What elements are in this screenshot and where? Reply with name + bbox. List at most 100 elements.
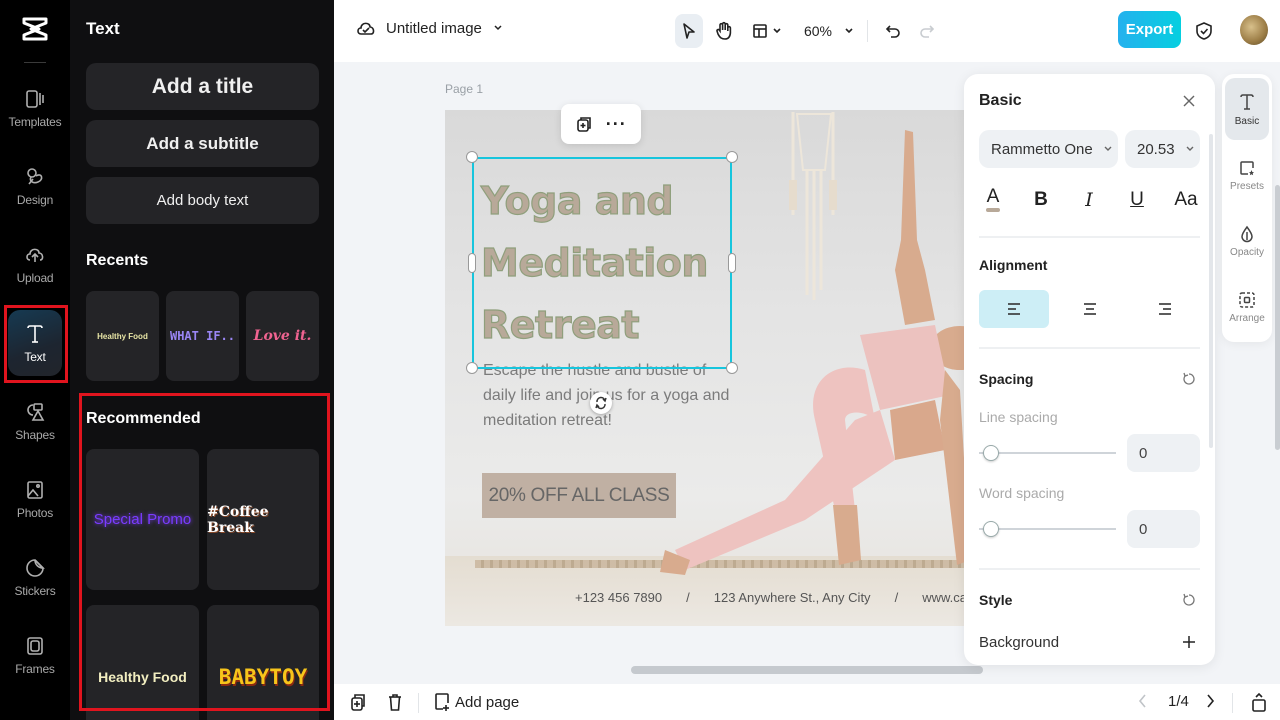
align-left-button[interactable] <box>979 290 1049 328</box>
line-spacing-input[interactable]: 0 <box>1127 434 1200 472</box>
hand-tool-button[interactable] <box>713 14 735 48</box>
recommended-text-preset[interactable]: Healthy Food <box>86 605 199 720</box>
side-tab-presets[interactable]: Presets <box>1225 144 1269 206</box>
word-spacing-slider[interactable] <box>979 521 1116 537</box>
next-page-button[interactable] <box>1204 693 1216 714</box>
select-tool-button[interactable] <box>675 14 703 48</box>
rail-item-stickers[interactable]: Stickers <box>0 541 70 613</box>
horizontal-scrollbar[interactable] <box>631 666 983 674</box>
layout-menu-button[interactable] <box>749 14 785 48</box>
preset-label: BABYTOY <box>218 664 308 689</box>
text-panel: Text Add a title Add a subtitle Add body… <box>70 0 334 720</box>
body-line: meditation retreat! <box>483 412 612 429</box>
preset-label: #Coffee Break <box>207 503 269 536</box>
recommended-text-preset[interactable]: #Coffee Break <box>207 449 319 590</box>
italic-button[interactable]: I <box>1075 186 1103 214</box>
undo-button[interactable] <box>882 14 904 48</box>
more-options-icon[interactable]: ··· <box>606 115 627 133</box>
pages-panel-toggle[interactable] <box>1251 692 1267 717</box>
document-title-menu[interactable]: Untitled image <box>356 18 504 38</box>
font-size-dropdown[interactable]: 20.53 <box>1125 130 1200 168</box>
upload-cloud-icon <box>26 248 44 262</box>
resize-handle-bottom-right[interactable] <box>726 362 738 374</box>
properties-scrollbar[interactable] <box>1209 134 1213 448</box>
add-background-plus-icon[interactable] <box>1182 635 1196 649</box>
resize-handle-bottom-left[interactable] <box>466 362 478 374</box>
rail-item-shapes[interactable]: Shapes <box>0 385 70 457</box>
chevron-down-icon <box>494 25 502 31</box>
user-avatar[interactable] <box>1240 15 1268 45</box>
left-nav-rail: Templates Design Upload Text Shapes Phot… <box>0 0 70 720</box>
previous-page-button[interactable] <box>1137 693 1149 714</box>
opacity-droplet-icon <box>1241 225 1253 242</box>
reset-spacing-icon[interactable] <box>1182 372 1196 386</box>
resize-handle-top-right[interactable] <box>726 151 738 163</box>
page-indicator: 1/4 <box>1168 693 1189 710</box>
resize-handle-left[interactable] <box>468 253 476 273</box>
side-tab-arrange[interactable]: Arrange <box>1225 276 1269 338</box>
side-tab-basic[interactable]: Basic <box>1225 78 1269 140</box>
reset-style-icon[interactable] <box>1182 593 1196 607</box>
add-body-text-button[interactable]: Add body text <box>86 177 319 224</box>
security-shield-button[interactable] <box>1192 14 1216 48</box>
add-page-button[interactable]: Add page <box>433 692 519 712</box>
side-tab-opacity[interactable]: Opacity <box>1225 210 1269 272</box>
align-right-icon <box>1159 303 1171 315</box>
chevron-right-icon <box>1207 694 1215 708</box>
canvas-promo-badge[interactable]: 20% OFF ALL CLASS <box>482 473 676 518</box>
export-button[interactable]: Export <box>1118 11 1181 48</box>
duplicate-icon[interactable] <box>575 115 593 133</box>
underline-button[interactable]: U <box>1123 186 1151 214</box>
align-center-button[interactable] <box>1055 290 1125 328</box>
font-family-dropdown[interactable]: Rammetto One <box>979 130 1118 168</box>
rotate-handle[interactable] <box>590 392 612 414</box>
contact-address: 123 Anywhere St., Any City <box>713 590 871 605</box>
recommended-text-preset[interactable]: BABYTOY <box>207 605 319 720</box>
canvas-contact-footer[interactable]: +123 456 7890 / 123 Anywhere St., Any Ci… <box>575 590 965 605</box>
recent-text-preset[interactable]: Love it. <box>246 291 319 381</box>
add-title-button[interactable]: Add a title <box>86 63 319 110</box>
side-tab-label: Basic <box>1234 115 1260 127</box>
slider-knob[interactable] <box>983 445 999 461</box>
align-right-button[interactable] <box>1130 290 1200 328</box>
rail-item-frames[interactable]: Frames <box>0 619 70 691</box>
rail-item-templates[interactable]: Templates <box>0 72 70 144</box>
recent-text-preset[interactable]: WHAT IF.. <box>166 291 239 381</box>
resize-handle-top-left[interactable] <box>466 151 478 163</box>
document-title: Untitled image <box>386 19 482 37</box>
recommended-heading: Recommended <box>86 410 201 427</box>
shapes-icon <box>27 402 45 421</box>
slider-knob[interactable] <box>983 521 999 537</box>
add-subtitle-button[interactable]: Add a subtitle <box>86 120 319 167</box>
delete-page-button[interactable] <box>386 692 404 717</box>
design-icon <box>27 167 43 184</box>
rail-item-upload[interactable]: Upload <box>0 228 70 300</box>
side-tab-label: Opacity <box>1230 246 1264 258</box>
selection-bounding-box[interactable] <box>472 157 732 369</box>
font-size-value: 20.53 <box>1137 140 1175 158</box>
rail-label: Frames <box>15 661 55 676</box>
resize-handle-right[interactable] <box>728 253 736 273</box>
rail-divider <box>24 62 46 63</box>
text-case-button[interactable]: Aa <box>1171 186 1201 214</box>
recommended-text-preset[interactable]: Special Promo <box>86 449 199 590</box>
rail-item-design[interactable]: Design <box>0 150 70 222</box>
section-divider <box>979 568 1200 570</box>
line-spacing-slider[interactable] <box>979 445 1116 461</box>
word-spacing-input[interactable]: 0 <box>1127 510 1200 548</box>
rail-item-text[interactable]: Text <box>0 307 70 379</box>
expand-pages-icon <box>1252 692 1266 712</box>
capcut-logo-icon[interactable] <box>20 14 50 44</box>
text-color-button[interactable]: A <box>979 186 1007 214</box>
zoom-level-dropdown[interactable]: 60% <box>801 14 857 48</box>
rail-item-photos[interactable]: Photos <box>0 463 70 535</box>
redo-button[interactable] <box>916 14 938 48</box>
recent-text-preset[interactable]: Healthy Food <box>86 291 159 381</box>
word-spacing-label: Word spacing <box>979 485 1065 501</box>
bold-button[interactable]: B <box>1027 186 1055 214</box>
text-t-icon <box>1240 93 1254 110</box>
close-icon[interactable] <box>1182 94 1196 108</box>
duplicate-page-button[interactable] <box>349 692 367 717</box>
font-family-value: Rammetto One <box>991 140 1093 158</box>
vertical-scrollbar[interactable] <box>1275 185 1280 450</box>
